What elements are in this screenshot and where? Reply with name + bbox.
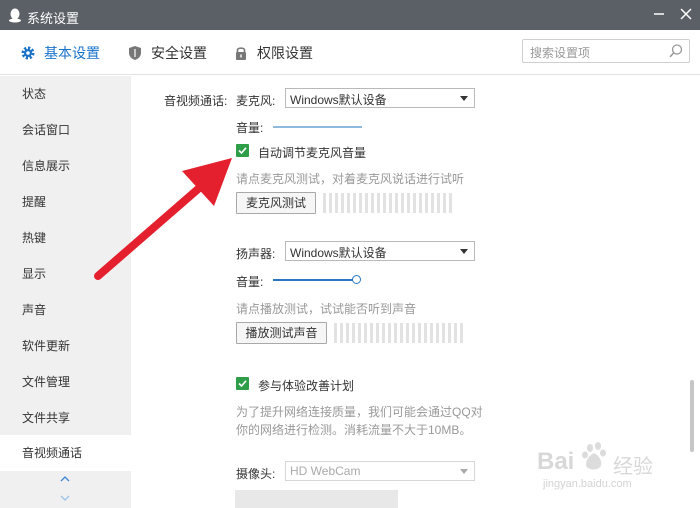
microphone-volume-slider[interactable] — [273, 126, 362, 128]
minimize-button[interactable] — [650, 6, 668, 24]
sidebar-item-av-calls[interactable]: 音视频通话 — [0, 435, 131, 471]
experience-plan-checkbox[interactable] — [236, 377, 249, 390]
qq-penguin-icon — [9, 8, 21, 23]
camera-device-value: HD WebCam — [290, 464, 361, 478]
camera-preview — [235, 490, 398, 508]
sidebar-item-display[interactable]: 显示 — [0, 256, 131, 292]
mic-test-button[interactable]: 麦克风测试 — [236, 192, 316, 214]
close-button[interactable] — [677, 6, 695, 24]
minimize-icon — [654, 13, 664, 15]
experience-plan-label: 参与体验改善计划 — [258, 379, 355, 393]
watermark-url: jingyan.baidu.com — [543, 478, 632, 490]
chevron-down-icon[interactable] — [59, 493, 71, 503]
sidebar-item-chat-window[interactable]: 会话窗口 — [0, 112, 131, 148]
sidebar-item-info-display[interactable]: 信息展示 — [0, 148, 131, 184]
search-icon[interactable] — [668, 43, 684, 59]
speaker-volume-thumb[interactable] — [352, 275, 361, 284]
dropdown-caret-icon — [460, 96, 468, 101]
speaker-test-hint: 请点播放测试，试试能否听到声音 — [236, 302, 417, 316]
lock-icon — [236, 47, 246, 60]
auto-adjust-mic-checkbox[interactable] — [236, 144, 249, 157]
experience-plan-description-line2: 你的网络进行检测。消耗流量不大于10MB。 — [236, 423, 472, 437]
experience-plan-description-line1: 为了提升网络连接质量，我们可能会通过QQ对 — [236, 405, 483, 419]
sidebar-item-sound[interactable]: 声音 — [0, 292, 131, 328]
content-scrollbar[interactable] — [690, 380, 694, 452]
speaker-test-button[interactable]: 播放测试声音 — [236, 322, 327, 344]
watermark-brand-tail: 经验 — [613, 454, 653, 478]
shield-icon — [129, 46, 141, 60]
tab-permission-settings[interactable]: 权限设置 — [233, 43, 313, 63]
sidebar-item-file-sharing[interactable]: 文件共享 — [0, 400, 131, 436]
checkmark-icon — [238, 380, 247, 388]
mic-test-hint: 请点麦克风测试，对着麦克风说话进行试听 — [236, 172, 465, 186]
search-placeholder: 搜索设置项 — [530, 46, 591, 60]
speaker-level-meter — [334, 323, 463, 343]
title-bar: 系统设置 — [0, 0, 700, 30]
camera-label: 摄像头: — [236, 467, 276, 481]
tab-label: 基本设置 — [44, 45, 100, 61]
sidebar-item-status[interactable]: 状态 — [0, 76, 131, 112]
search-input[interactable]: 搜索设置项 — [522, 39, 690, 63]
sidebar-item-reminders[interactable]: 提醒 — [0, 184, 131, 220]
auto-adjust-mic-label: 自动调节麦克风音量 — [258, 146, 367, 160]
speaker-device-select[interactable]: Windows默认设备 — [285, 241, 475, 261]
chevron-up-icon[interactable] — [59, 474, 71, 484]
watermark-brand: Bai — [537, 448, 575, 475]
speaker-label: 扬声器: — [236, 247, 276, 261]
dropdown-caret-icon — [460, 469, 468, 474]
checkmark-icon — [238, 147, 247, 155]
tab-security-settings[interactable]: 安全设置 — [127, 43, 207, 63]
section-title: 音视频通话: — [164, 94, 228, 108]
tab-label: 安全设置 — [151, 45, 207, 61]
camera-device-select[interactable]: HD WebCam — [285, 461, 475, 481]
tab-label: 权限设置 — [257, 45, 313, 61]
microphone-volume-label: 音量: — [236, 121, 264, 135]
speaker-volume-slider[interactable] — [273, 279, 357, 281]
sidebar-item-hotkeys[interactable]: 热键 — [0, 220, 131, 256]
speaker-device-value: Windows默认设备 — [290, 246, 387, 260]
speaker-volume-label: 音量: — [236, 275, 264, 289]
sidebar-item-file-management[interactable]: 文件管理 — [0, 364, 131, 400]
tab-basic-settings[interactable]: 基本设置 — [20, 43, 100, 63]
microphone-device-value: Windows默认设备 — [290, 93, 387, 107]
microphone-label: 麦克风: — [236, 94, 276, 108]
baidu-jingyan-watermark: Bai 经验 jingyan.baidu.com — [535, 440, 665, 495]
microphone-device-select[interactable]: Windows默认设备 — [285, 88, 475, 108]
dropdown-caret-icon — [460, 249, 468, 254]
close-icon — [680, 8, 692, 20]
mic-level-meter — [323, 193, 452, 213]
settings-sidebar: 状态 会话窗口 信息展示 提醒 热键 显示 声音 软件更新 文件管理 文件共享 … — [0, 76, 131, 508]
gear-icon — [21, 46, 35, 60]
window-title: 系统设置 — [27, 11, 80, 26]
sidebar-item-software-update[interactable]: 软件更新 — [0, 328, 131, 364]
